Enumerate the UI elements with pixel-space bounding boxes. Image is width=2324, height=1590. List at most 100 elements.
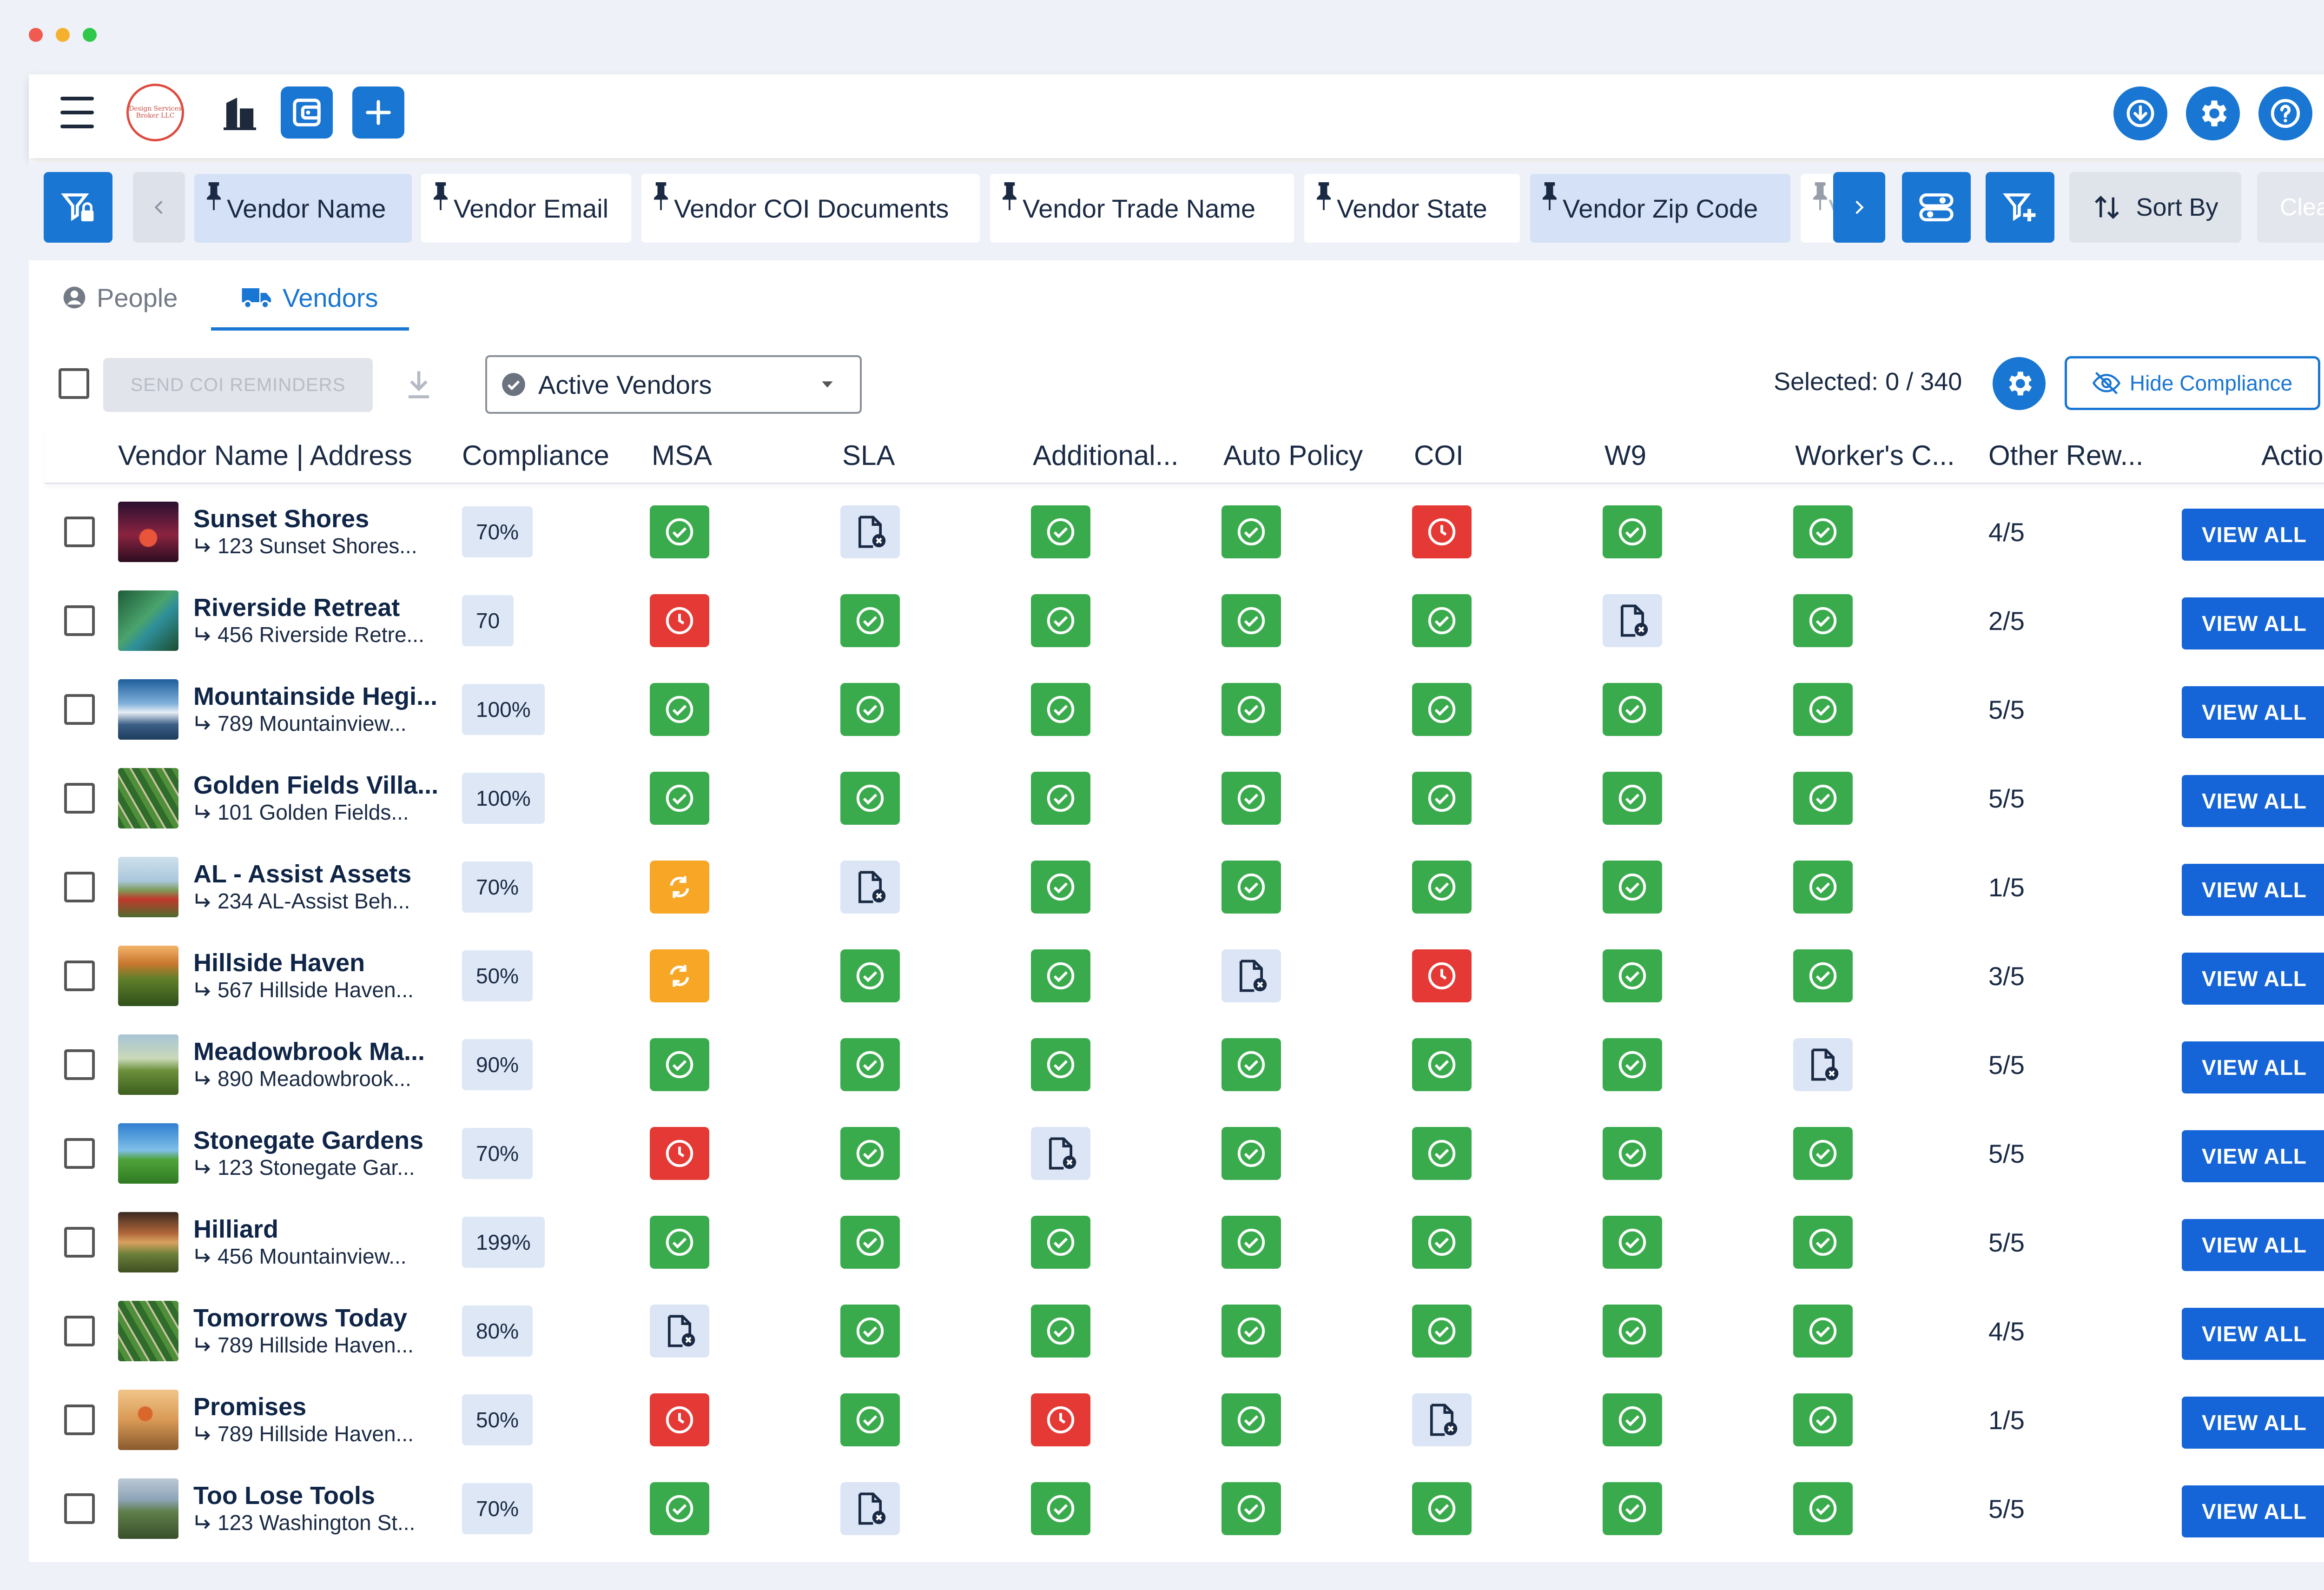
building-icon[interactable] [214, 86, 266, 139]
vendor-name[interactable]: Meadowbrook Ma... [193, 1038, 425, 1066]
scroll-right-button[interactable] [1833, 172, 1885, 243]
check-circle-icon[interactable] [1221, 1216, 1281, 1269]
check-circle-icon[interactable] [1031, 683, 1090, 736]
check-circle-icon[interactable] [1412, 683, 1472, 736]
vendor-name[interactable]: Stonegate Gardens [193, 1126, 423, 1154]
column-header-5[interactable]: Auto Policy [1223, 428, 1363, 483]
missing-document-icon[interactable] [1031, 1127, 1090, 1180]
view-all-button[interactable]: VIEW ALL⋮ [2182, 1397, 2324, 1449]
check-circle-icon[interactable] [650, 1482, 709, 1535]
table-row[interactable]: Mountainside Hegi... 789 Mountainview... 1… [45, 665, 2324, 754]
table-row[interactable]: Sunset Shores 123 Sunset Shores... 70% 4/5 V… [45, 487, 2324, 576]
check-circle-icon[interactable] [840, 1038, 900, 1091]
table-row[interactable]: Stonegate Gardens 123 Stonegate Gar... 70%… [45, 1109, 2324, 1198]
check-circle-icon[interactable] [1793, 772, 1853, 825]
check-circle-icon[interactable] [650, 683, 709, 736]
add-filter-icon[interactable] [1986, 172, 2054, 243]
row-checkbox[interactable] [64, 1138, 95, 1169]
check-circle-icon[interactable] [1793, 505, 1853, 558]
wallet-icon[interactable] [281, 86, 333, 139]
check-circle-icon[interactable] [840, 949, 900, 1002]
check-circle-icon[interactable] [1793, 861, 1853, 914]
check-circle-icon[interactable] [1603, 861, 1662, 914]
download-icon[interactable] [2113, 86, 2167, 140]
row-checkbox[interactable] [64, 1049, 95, 1080]
tab-vendors[interactable]: Vendors [241, 270, 378, 325]
check-circle-icon[interactable] [1793, 594, 1853, 647]
check-circle-icon[interactable] [650, 1216, 709, 1269]
check-circle-icon[interactable] [1793, 1393, 1853, 1446]
check-circle-icon[interactable] [1793, 683, 1853, 736]
check-circle-icon[interactable] [840, 683, 900, 736]
check-circle-icon[interactable] [1221, 1127, 1281, 1180]
table-row[interactable]: Riverside Retreat 456 Riverside Retre... 7… [45, 576, 2324, 665]
table-row[interactable]: Meadowbrook Ma... 890 Meadowbrook... 90% 5/… [45, 1020, 2324, 1109]
row-checkbox[interactable] [64, 1493, 95, 1524]
table-row[interactable]: AL - Assist Assets 234 AL-Assist Beh... 70… [45, 842, 2324, 932]
check-circle-icon[interactable] [1221, 1482, 1281, 1535]
column-header-4[interactable]: Additional... [1033, 428, 1179, 483]
clock-icon[interactable] [650, 1393, 709, 1446]
check-circle-icon[interactable] [840, 772, 900, 825]
clock-icon[interactable] [1412, 505, 1472, 558]
check-circle-icon[interactable] [1603, 1127, 1662, 1180]
missing-document-icon[interactable] [840, 1482, 900, 1535]
column-header-10[interactable]: Actions [2199, 428, 2324, 483]
column-header-7[interactable]: W9 [1604, 428, 1646, 483]
pin-icon[interactable] [652, 182, 670, 210]
clock-icon[interactable] [650, 1127, 709, 1180]
column-header-3[interactable]: SLA [842, 428, 895, 483]
check-circle-icon[interactable] [1221, 1393, 1281, 1446]
table-row[interactable]: Hillside Haven 567 Hillside Haven... 50% 3/… [45, 931, 2324, 1020]
check-circle-icon[interactable] [840, 1127, 900, 1180]
check-circle-icon[interactable] [1221, 505, 1281, 558]
check-circle-icon[interactable] [1031, 949, 1090, 1002]
toggle-view-icon[interactable] [1902, 172, 1971, 243]
clock-icon[interactable] [1412, 949, 1472, 1002]
send-coi-reminders-button[interactable]: SEND COI REMINDERS [103, 358, 373, 412]
check-circle-icon[interactable] [1793, 1127, 1853, 1180]
check-circle-icon[interactable] [650, 772, 709, 825]
vendor-name[interactable]: Tomorrows Today [193, 1304, 414, 1332]
view-all-button[interactable]: VIEW ALL⋮ [2182, 597, 2324, 649]
row-checkbox[interactable] [64, 694, 95, 725]
check-circle-icon[interactable] [1603, 1305, 1662, 1358]
column-header-6[interactable]: COI [1414, 428, 1464, 483]
vendor-status-select[interactable]: Active Vendors [485, 355, 862, 414]
menu-icon[interactable] [60, 97, 94, 129]
check-circle-icon[interactable] [1412, 1216, 1472, 1269]
vendor-name[interactable]: Promises [193, 1393, 414, 1421]
check-circle-icon[interactable] [1031, 772, 1090, 825]
table-row[interactable]: Tomorrows Today 789 Hillside Haven... 80% 4… [45, 1286, 2324, 1376]
row-checkbox[interactable] [64, 961, 95, 991]
pin-icon[interactable] [1811, 182, 1829, 210]
filter-chip-vendor-name[interactable]: Vendor Name [194, 174, 412, 243]
check-circle-icon[interactable] [1793, 1216, 1853, 1269]
check-circle-icon[interactable] [1412, 772, 1472, 825]
check-circle-icon[interactable] [1603, 949, 1662, 1002]
vendor-name[interactable]: Mountainside Hegi... [193, 682, 437, 710]
check-circle-icon[interactable] [1031, 1216, 1090, 1269]
view-all-button[interactable]: VIEW ALL⋮ [2182, 1130, 2324, 1182]
view-all-button[interactable]: VIEW ALL⋮ [2182, 1485, 2324, 1537]
scroll-left-button[interactable] [133, 172, 185, 243]
refresh-icon[interactable] [650, 949, 709, 1002]
check-circle-icon[interactable] [1412, 594, 1472, 647]
table-row[interactable]: Golden Fields Villa... 101 Golden Fields.… [45, 754, 2324, 843]
check-circle-icon[interactable] [1221, 861, 1281, 914]
select-all-checkbox[interactable] [59, 368, 89, 399]
view-all-button[interactable]: VIEW ALL⋮ [2182, 1308, 2324, 1360]
row-checkbox[interactable] [64, 605, 95, 636]
table-row[interactable]: Hilliard 456 Mountainview... 199% 5/5 VIEW A… [45, 1198, 2324, 1287]
vendor-name[interactable]: AL - Assist Assets [193, 860, 411, 888]
check-circle-icon[interactable] [840, 1393, 900, 1446]
check-circle-icon[interactable] [1031, 1038, 1090, 1091]
check-circle-icon[interactable] [840, 1216, 900, 1269]
column-header-2[interactable]: MSA [652, 428, 712, 483]
window-minimize-dot[interactable] [56, 28, 70, 42]
missing-document-icon[interactable] [1603, 594, 1662, 647]
check-circle-icon[interactable] [1603, 1393, 1662, 1446]
settings-icon[interactable] [2186, 86, 2240, 140]
check-circle-icon[interactable] [1221, 1038, 1281, 1091]
row-checkbox[interactable] [64, 872, 95, 902]
